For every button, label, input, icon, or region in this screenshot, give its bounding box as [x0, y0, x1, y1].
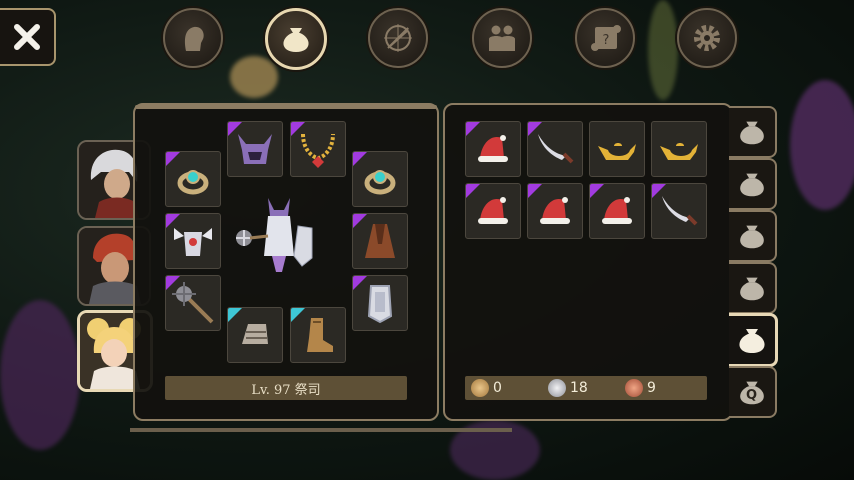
santa-hat-icon	[478, 135, 508, 162]
magic-lamp-icon	[598, 143, 636, 160]
santa-hat-icon	[478, 197, 508, 224]
currency-bar: 0 18 9	[465, 376, 707, 400]
scroll-icon: ?	[591, 25, 621, 51]
inventory-item[interactable]	[527, 183, 583, 239]
scimitar-icon	[538, 134, 574, 164]
silver-coin-icon	[548, 379, 566, 397]
tab-inventory[interactable]	[265, 8, 327, 70]
necklace-slot[interactable]	[290, 121, 346, 177]
cloak-slot[interactable]	[352, 213, 408, 269]
light-beam	[648, 0, 678, 100]
bag-icon	[283, 28, 309, 52]
cloak-icon	[365, 224, 395, 258]
santa-hat-icon	[540, 197, 570, 224]
ring-icon	[177, 170, 209, 195]
inventory-item[interactable]	[651, 121, 707, 177]
bag-tab-4[interactable]	[729, 262, 777, 314]
svg-text:?: ?	[603, 33, 610, 48]
shield-icon	[367, 285, 393, 324]
gold-amount: 0	[493, 380, 502, 396]
ring-left-slot[interactable]	[165, 151, 221, 207]
winged-armor-icon	[174, 228, 212, 256]
copper-coin-icon	[625, 379, 643, 397]
boots-icon	[307, 318, 333, 352]
gold-currency: 0	[471, 379, 502, 397]
gear-icon	[694, 25, 720, 51]
bag-tab-1[interactable]	[729, 106, 777, 158]
beehive	[230, 56, 278, 98]
tab-skills[interactable]	[368, 8, 428, 68]
gold-coin-icon	[471, 379, 489, 397]
shield-slot[interactable]	[352, 275, 408, 331]
santa-hat-icon	[602, 197, 632, 224]
inventory-item[interactable]	[589, 183, 645, 239]
gauntlets-icon	[242, 324, 268, 344]
tree-foliage	[790, 80, 854, 210]
inventory-item[interactable]	[465, 121, 521, 177]
tab-quests[interactable]: ?	[575, 8, 635, 68]
bag-icon	[740, 121, 764, 145]
magic-lamp-icon	[660, 143, 698, 160]
helmet-slot[interactable]	[227, 121, 283, 177]
tree-foliage	[0, 300, 80, 450]
level-class-label: Lv. 97 祭司	[165, 376, 407, 400]
ring-right-slot[interactable]	[352, 151, 408, 207]
inventory-item[interactable]	[465, 183, 521, 239]
silver-currency: 18	[548, 379, 588, 397]
bag-icon	[739, 329, 765, 353]
tab-character[interactable]	[163, 8, 223, 68]
armor-slot[interactable]	[165, 213, 221, 269]
divider	[130, 428, 512, 432]
tab-settings[interactable]	[677, 8, 737, 68]
weapon-slot[interactable]	[165, 275, 221, 331]
bag-icon	[740, 173, 764, 197]
character-sprite	[236, 198, 313, 272]
close-icon	[14, 24, 40, 50]
quest-bag-label: Q	[746, 388, 758, 403]
close-button[interactable]	[0, 8, 56, 66]
boots-slot[interactable]	[290, 307, 346, 363]
scimitar-icon	[662, 196, 698, 226]
copper-amount: 9	[647, 380, 656, 396]
horned-helm-icon	[238, 134, 272, 164]
bag-tab-5[interactable]	[729, 313, 778, 367]
bag-tab-2[interactable]	[729, 158, 777, 210]
ring-icon	[364, 170, 396, 195]
gloves-slot[interactable]	[227, 307, 283, 363]
necklace-icon	[301, 133, 335, 168]
party-icon	[489, 25, 515, 51]
compass-sword-icon	[384, 24, 412, 52]
bag-icon	[740, 225, 764, 249]
silver-amount: 18	[570, 380, 588, 396]
tab-party[interactable]	[472, 8, 532, 68]
inventory-item[interactable]	[527, 121, 583, 177]
bag-icon	[740, 277, 764, 301]
bag-tab-3[interactable]	[729, 210, 777, 262]
inventory-item[interactable]	[651, 183, 707, 239]
copper-currency: 9	[625, 379, 656, 397]
inventory-item[interactable]	[589, 121, 645, 177]
head-silhouette-icon	[184, 26, 204, 51]
quest-bag-tab[interactable]: Q	[729, 366, 777, 418]
mace-icon	[172, 282, 214, 324]
